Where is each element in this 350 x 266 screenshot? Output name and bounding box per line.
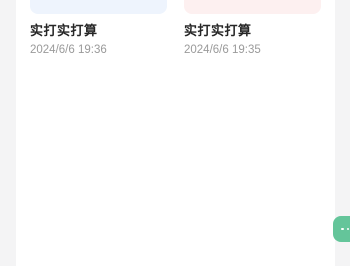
more-dots-icon — [341, 227, 344, 231]
note-card[interactable]: 实打实打算 2024/6/6 19:36 — [30, 0, 172, 58]
note-card[interactable]: 实打实打算 2024/6/6 19:35 — [184, 0, 326, 58]
note-timestamp: 2024/6/6 19:35 — [184, 44, 261, 56]
note-thumbnail[interactable] — [30, 0, 167, 14]
note-title: 实打实打算 — [30, 24, 98, 39]
floating-action-button[interactable] — [333, 216, 350, 242]
note-thumbnail[interactable] — [184, 0, 321, 14]
notes-grid-panel: 实打实打算 2024/6/6 19:36 实打实打算 2024/6/6 19:3… — [16, 0, 335, 266]
note-timestamp: 2024/6/6 19:36 — [30, 44, 107, 56]
note-title: 实打实打算 — [184, 24, 252, 39]
more-dots-icon-dot — [346, 227, 349, 231]
